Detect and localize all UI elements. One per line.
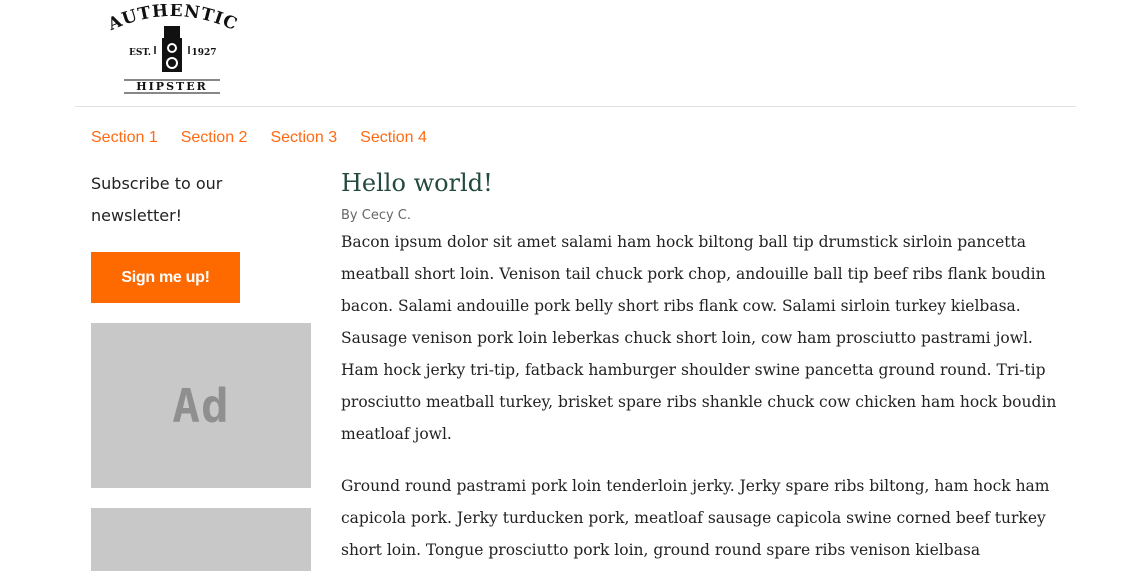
sidebar: Subscribe to our newsletter! Sign me up!… bbox=[91, 168, 311, 571]
article-byline: By Cecy C. bbox=[341, 208, 412, 223]
nav-section-4[interactable]: Section 4 bbox=[360, 128, 427, 148]
site-logo[interactable]: AUTHENTIC EST. 1927 HIPSTER bbox=[100, 4, 250, 94]
article-paragraph: Bacon ipsum dolor sit amet salami ham ho… bbox=[341, 233, 1057, 443]
article-title: Hello world! bbox=[341, 169, 493, 197]
nav-section-2[interactable]: Section 2 bbox=[181, 128, 248, 148]
main-nav: Section 1 Section 2 Section 3 Section 4 bbox=[91, 128, 450, 148]
article-paragraph: Ground round pastrami pork loin tenderlo… bbox=[341, 477, 1050, 559]
newsletter-text: Subscribe to our newsletter! bbox=[91, 174, 223, 225]
camera-icon: AUTHENTIC EST. 1927 HIPSTER bbox=[104, 4, 240, 94]
header-divider bbox=[75, 106, 1076, 107]
nav-section-3[interactable]: Section 3 bbox=[270, 128, 337, 148]
logo-est-text: EST. bbox=[129, 48, 151, 58]
ad-label: Ad bbox=[172, 378, 230, 433]
nav-section-1[interactable]: Section 1 bbox=[91, 128, 158, 148]
ad-placeholder-2[interactable] bbox=[91, 508, 311, 571]
logo-year-text: 1927 bbox=[191, 48, 216, 58]
article: Hello world! By Cecy C. Bacon ipsum dolo… bbox=[341, 168, 1076, 566]
sign-up-button[interactable]: Sign me up! bbox=[91, 252, 240, 303]
ad-placeholder[interactable]: Ad bbox=[91, 323, 311, 488]
logo-bottom-text: HIPSTER bbox=[136, 80, 207, 93]
